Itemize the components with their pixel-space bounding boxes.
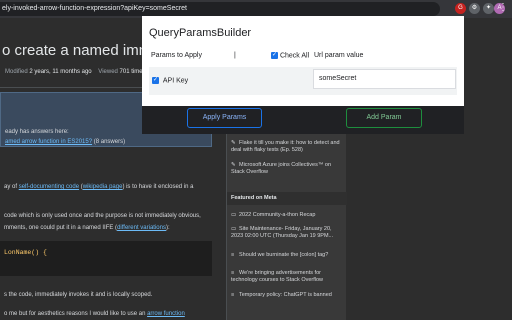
stack-icon: ≡ (231, 270, 235, 276)
question-meta: Modified 2 years, 11 months ago Viewed 7… (5, 69, 146, 75)
header-separator: | (234, 52, 236, 59)
sidebar-item-label: Temporary policy: ChatGPT is banned (239, 292, 332, 298)
featured-on-meta-heading: Featured on Meta (227, 192, 347, 205)
param-row-key[interactable]: ✓ API Key (152, 77, 188, 84)
comment-icon: ▭ (231, 226, 237, 232)
paragraph-3: s the code, immediately invokes it and i… (4, 292, 153, 298)
sidebar-item-colon-tag[interactable]: ≡ Should we burninate the [colon] tag? (231, 252, 343, 259)
check-all-control[interactable]: ✓ Check All (271, 52, 309, 59)
more-menu-icon[interactable]: ⋮ (498, 1, 508, 15)
duplicate-link[interactable]: amed arrow function in ES2015? (5, 139, 92, 145)
sidebar-item-label: We're bringing advertisements for techno… (231, 270, 324, 283)
stack-icon: ≡ (231, 252, 235, 258)
add-param-button[interactable]: Add Param (346, 108, 422, 128)
stack-icon: ≡ (231, 292, 235, 298)
sidebar-blog: ✎ Flake it till you make it: how to detec… (226, 118, 347, 320)
wikipedia-link[interactable]: wikipedia page (83, 184, 123, 190)
check-all-label: Check All (279, 52, 310, 60)
sidebar-item-label: Microsoft Azure joins Collectives™ on St… (231, 162, 332, 175)
sidebar-item-label: Site Maintenance- Friday, January 20, 20… (231, 226, 334, 239)
paragraph-2-line-1: code which is only used once and the pur… (4, 213, 201, 219)
param-checkbox[interactable]: ✓ (152, 77, 159, 84)
modified-label: Modified (5, 69, 28, 75)
sidebar-item-flaky-tests[interactable]: ✎ Flake it till you make it: how to detec… (231, 140, 343, 154)
sidebar-item-chatgpt[interactable]: ≡ Temporary policy: ChatGPT is banned (231, 292, 343, 299)
self-documenting-link[interactable]: self-documenting code (19, 184, 79, 190)
answer-count: (8 answers) (93, 139, 126, 145)
address-bar[interactable]: ely-invoked-arrow-function-expression?ap… (0, 2, 440, 16)
notice-link-line: amed arrow function in ES2015? (8 answer… (5, 139, 125, 145)
sidebar-item-recap[interactable]: ▭ 2022 Community-a-thon Recap (231, 212, 343, 219)
code-block: LonName() { (0, 241, 212, 276)
comment-icon: ▭ (231, 212, 237, 218)
popup-title: QueryParamsBuilder (149, 27, 252, 39)
p1-suffix: ) is to have it enclosed in a (122, 184, 194, 190)
p2-prefix: mments, one could put it in a named IIFE (4, 225, 114, 231)
arrow-function-link[interactable]: arrow function (147, 311, 185, 317)
sidebar-item-maintenance[interactable]: ▭ Site Maintenance- Friday, January 20, 2… (231, 226, 343, 240)
gear-icon[interactable]: ⚙ (469, 3, 480, 14)
pencil-icon: ✎ (231, 140, 236, 146)
viewed-label: Viewed (98, 69, 118, 75)
paragraph-2-line-2: mments, one could put it in a named IIFE… (4, 225, 170, 231)
p4-prefix: o me but for aesthetics reasons I would … (4, 311, 146, 317)
paragraph-1: ay of self-documenting code (wikipedia p… (4, 184, 194, 190)
extensions-icon[interactable]: ✦ (483, 3, 494, 14)
paragraph-4: o me but for aesthetics reasons I would … (4, 311, 185, 317)
sidebar-item-label: 2022 Community-a-thon Recap (239, 212, 316, 218)
extension-badge-icon[interactable]: G (455, 3, 466, 14)
apply-params-button[interactable]: Apply Params (187, 108, 262, 128)
code-line: LonName() { (4, 249, 47, 256)
check-all-checkbox[interactable]: ✓ (271, 52, 278, 59)
param-key-label: API Key (162, 77, 189, 85)
sidebar-item-azure[interactable]: ✎ Microsoft Azure joins Collectives™ on S… (231, 162, 343, 176)
url-param-value-header: Url param value (314, 52, 364, 59)
param-value-input[interactable]: someSecret (313, 69, 456, 89)
pencil-icon: ✎ (231, 162, 236, 168)
notice-text: eady has answers here: (5, 129, 69, 135)
sidebar-item-label: Should we burninate the [colon] tag? (239, 252, 329, 258)
p1-prefix: ay of (4, 184, 18, 190)
modified-value: 2 years, 11 months ago (29, 69, 92, 75)
sidebar-item-label: Flake it till you make it: how to detect… (231, 140, 340, 153)
params-to-apply-header: Params to Apply (151, 52, 202, 59)
variations-link[interactable]: different variations (117, 225, 166, 231)
sidebar-item-advertisements[interactable]: ≡ We're bringing advertisements for techn… (231, 270, 343, 284)
